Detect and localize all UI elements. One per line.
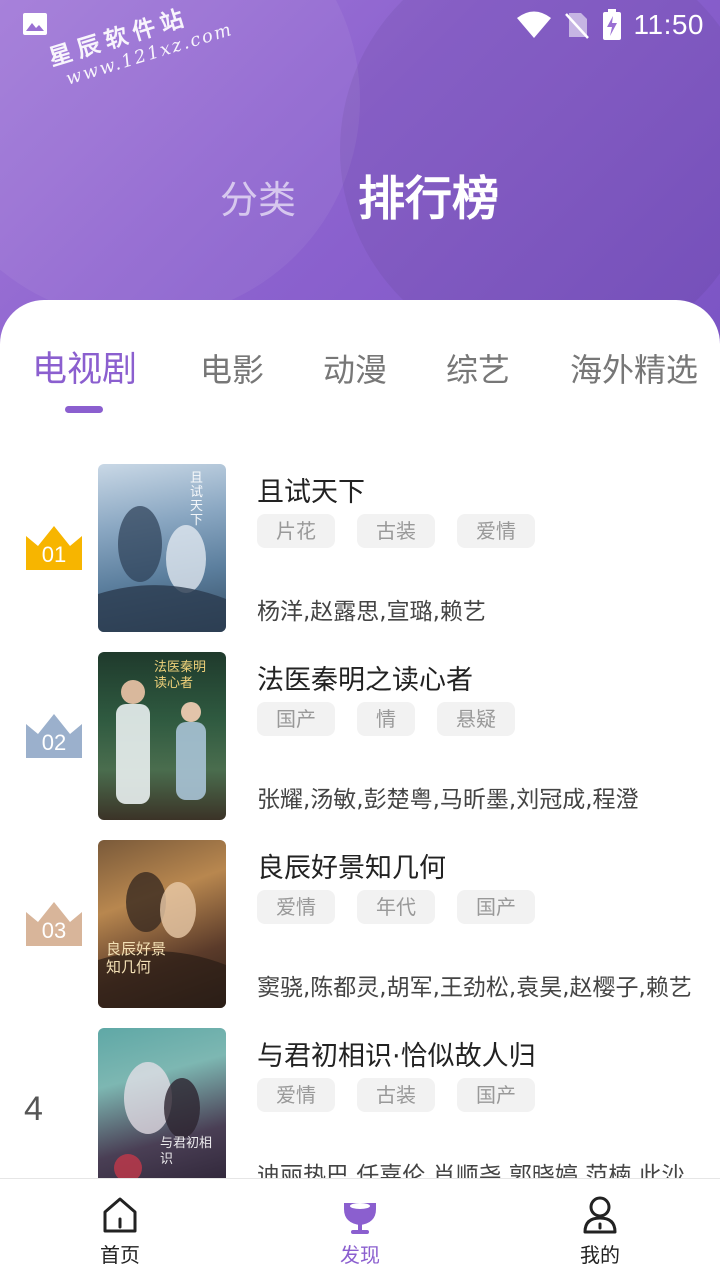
tag: 爱情 [257, 1078, 335, 1112]
poster-image[interactable]: 良辰好景知几何 [98, 840, 226, 1008]
bottom-navigation: 首页 发现 我的 [0, 1178, 720, 1281]
poster-image[interactable]: 与君初相识 [98, 1028, 226, 1180]
tab-movie[interactable]: 电影 [200, 340, 264, 400]
wifi-icon [516, 11, 551, 38]
nav-label: 发现 [340, 1243, 380, 1267]
tag: 古装 [357, 514, 435, 548]
rank-number: 01 [41, 542, 67, 567]
tag: 国产 [457, 890, 535, 924]
tag: 爱情 [257, 890, 335, 924]
list-item[interactable]: 01 且试天下 且试天下 片花 古装 爱情 杨洋,赵露思,宣璐,赖艺 [0, 464, 720, 632]
nav-home[interactable]: 首页 [60, 1179, 180, 1281]
tab-category[interactable]: 分类 [220, 168, 296, 232]
nav-discover[interactable]: 发现 [300, 1179, 420, 1281]
tag: 片花 [257, 514, 335, 548]
tag: 国产 [457, 1078, 535, 1112]
cast-list: 迪丽热巴,任嘉伦,肖顺尧,郭晓婷,范楠,此沙 [257, 1163, 685, 1180]
rank-badge-bronze: 03 [24, 898, 84, 948]
tag-list: 爱情 古装 国产 [257, 1078, 535, 1112]
cast-list: 张耀,汤敏,彭楚粤,马昕墨,刘冠成,程澄 [257, 787, 639, 813]
tab-overseas[interactable]: 海外精选 [570, 340, 698, 400]
show-title[interactable]: 法医秦明之读心者 [257, 658, 473, 697]
show-title[interactable]: 与君初相识·恰似故人归 [257, 1034, 536, 1073]
tag-list: 爱情 年代 国产 [257, 890, 535, 924]
top-tabs: 分类 排行榜 [0, 168, 720, 232]
poster-title: 法医秦明 读心者 [154, 660, 207, 691]
tag: 年代 [357, 890, 435, 924]
nav-label: 我的 [580, 1243, 620, 1267]
no-sim-icon [564, 13, 589, 39]
poster-title: 且试天下 [190, 471, 204, 528]
list-item[interactable]: 02 法医秦明 读心者 法医秦明之读心者 国产 情 悬疑 张耀,汤敏,彭楚粤,马… [0, 652, 720, 820]
show-title[interactable]: 且试天下 [257, 470, 365, 509]
image-icon [23, 13, 47, 35]
tag: 悬疑 [437, 702, 515, 736]
tag: 国产 [257, 702, 335, 736]
category-tabs: 电视剧 电影 动漫 综艺 海外精选 [0, 340, 720, 410]
tag: 情 [357, 702, 415, 736]
tag: 古装 [357, 1078, 435, 1112]
poster-art [98, 872, 226, 1008]
tab-tv-series[interactable]: 电视剧 [32, 340, 137, 400]
tag-list: 国产 情 悬疑 [257, 702, 515, 736]
poster-title: 良辰好景知几何 [106, 940, 167, 976]
rank-badge-gold: 01 [24, 522, 84, 572]
list-item[interactable]: 4 与君初相识 与君初相识·恰似故人归 爱情 古装 国产 迪丽热巴,任嘉伦,肖顺… [0, 1028, 720, 1180]
ranking-panel: 电视剧 电影 动漫 综艺 海外精选 01 且试天下 且试天下 片花 古装 爱情 … [0, 300, 720, 1180]
tag: 爱情 [457, 514, 535, 548]
home-icon [103, 1197, 137, 1233]
tag-list: 片花 古装 爱情 [257, 514, 535, 548]
nav-label: 首页 [100, 1243, 140, 1267]
tab-variety[interactable]: 综艺 [446, 340, 510, 400]
status-time: 11:50 [633, 9, 704, 40]
nav-profile[interactable]: 我的 [540, 1179, 660, 1281]
rank-number: 02 [41, 730, 67, 755]
list-item[interactable]: 03 良辰好景知几何 良辰好景知几何 爱情 年代 国产 窦骁,陈都灵,胡军,王劲… [0, 840, 720, 1008]
trophy-icon [344, 1203, 376, 1234]
show-title[interactable]: 良辰好景知几何 [257, 846, 446, 885]
cast-list: 杨洋,赵露思,宣璐,赖艺 [257, 599, 486, 625]
rank-badge-silver: 02 [24, 710, 84, 760]
tab-anime[interactable]: 动漫 [323, 340, 387, 400]
poster-title: 与君初相识 [160, 1136, 213, 1167]
active-tab-indicator [65, 406, 103, 413]
rank-number: 4 [24, 1090, 43, 1128]
rank-number: 03 [41, 918, 67, 943]
cast-list: 窦骁,陈都灵,胡军,王劲松,袁昊,赵樱子,赖艺 [257, 975, 692, 1001]
battery-charging-icon [602, 9, 621, 40]
tab-ranking[interactable]: 排行榜 [358, 168, 499, 232]
poster-image[interactable]: 且试天下 [98, 464, 226, 632]
poster-image[interactable]: 法医秦明 读心者 [98, 652, 226, 820]
poster-art [98, 506, 226, 632]
user-icon [583, 1196, 617, 1234]
